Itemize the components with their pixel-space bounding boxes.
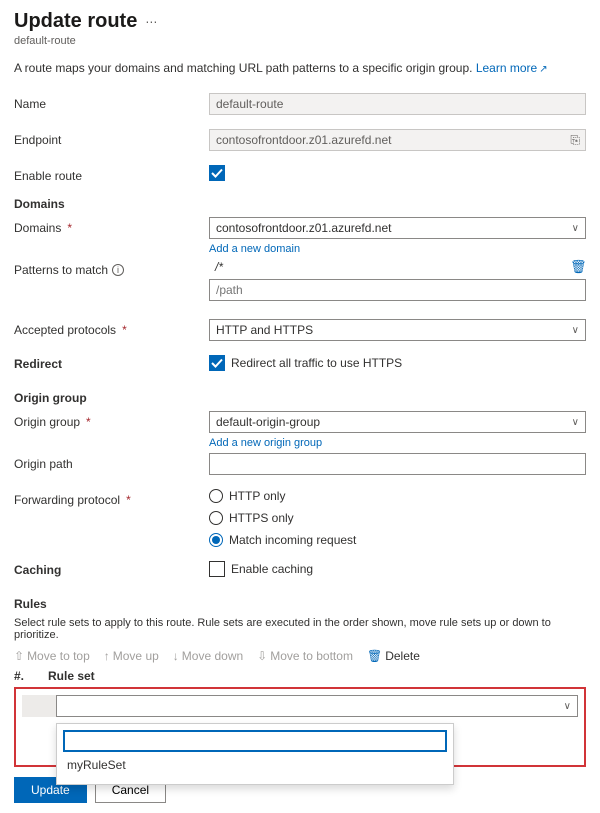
ruleset-option-myruleset[interactable]: myRuleSet [63, 752, 447, 778]
domains-label: Domains* [14, 217, 209, 235]
radio-icon [209, 533, 223, 547]
fwd-https-only-label: HTTPS only [229, 511, 294, 525]
accepted-protocols-select[interactable]: HTTP and HTTPS ∨ [209, 319, 586, 341]
copy-icon[interactable]: ⎘ [570, 133, 580, 148]
move-up-button[interactable]: ↑Move up [104, 649, 159, 663]
origin-path-input[interactable] [209, 453, 586, 475]
origin-group-value: default-origin-group [216, 415, 320, 429]
ruleset-search-input[interactable] [63, 730, 447, 752]
add-domain-link[interactable]: Add a new domain [209, 243, 300, 255]
radio-icon [209, 489, 223, 503]
move-to-top-button[interactable]: ⇧Move to top [14, 649, 90, 663]
endpoint-input [209, 129, 586, 151]
fwd-http-only-label: HTTP only [229, 489, 285, 503]
origin-group-select[interactable]: default-origin-group ∨ [209, 411, 586, 433]
accepted-protocols-label: Accepted protocols* [14, 319, 209, 337]
chevron-down-icon: ∨ [572, 223, 579, 234]
domains-section-header: Domains [14, 197, 586, 211]
col-number-header: #. [14, 669, 48, 683]
rules-description: Select rule sets to apply to this route.… [14, 617, 586, 641]
caching-section-header: Caching [14, 563, 209, 577]
origin-section-header: Origin group [14, 391, 586, 405]
radio-icon [209, 511, 223, 525]
external-link-icon: ↗ [539, 64, 547, 75]
redirect-section-header: Redirect [14, 357, 209, 371]
accepted-protocols-value: HTTP and HTTPS [216, 323, 313, 337]
ruleset-area: ∨ myRuleSet [14, 687, 586, 767]
pattern-static: /* [209, 260, 566, 274]
more-icon[interactable]: ⋯ [145, 15, 158, 29]
page-title: Update route [14, 10, 137, 33]
arrow-up-icon: ↑ [104, 649, 110, 663]
endpoint-label: Endpoint [14, 129, 209, 147]
add-origin-group-link[interactable]: Add a new origin group [209, 437, 322, 449]
pattern-input[interactable] [209, 279, 586, 301]
ruleset-dropdown-panel: myRuleSet [56, 723, 454, 785]
fwd-match-label: Match incoming request [229, 533, 356, 547]
description-text: A route maps your domains and matching U… [14, 61, 472, 75]
learn-more-link[interactable]: Learn more [476, 61, 537, 75]
fwd-match-radio[interactable]: Match incoming request [209, 533, 586, 547]
trash-icon: 🗑 [367, 649, 382, 663]
delete-pattern-icon[interactable]: 🗑 [570, 259, 586, 275]
arrow-top-icon: ⇧ [14, 649, 24, 663]
arrow-bottom-icon: ⇩ [257, 649, 267, 663]
info-icon[interactable]: i [112, 264, 124, 276]
enable-route-checkbox[interactable] [209, 165, 225, 181]
chevron-down-icon: ∨ [572, 417, 579, 428]
arrow-down-icon: ↓ [173, 649, 179, 663]
page-description: A route maps your domains and matching U… [14, 61, 586, 75]
ruleset-row-handle[interactable] [22, 695, 56, 717]
fwd-http-only-radio[interactable]: HTTP only [209, 489, 586, 503]
name-label: Name [14, 93, 209, 111]
chevron-down-icon: ∨ [564, 701, 571, 712]
rules-section-header: Rules [14, 597, 586, 611]
rules-toolbar: ⇧Move to top ↑Move up ↓Move down ⇩Move t… [14, 649, 586, 663]
enable-route-label: Enable route [14, 165, 209, 183]
col-ruleset-header: Rule set [48, 669, 95, 683]
move-to-bottom-button[interactable]: ⇩Move to bottom [257, 649, 353, 663]
page-subtitle: default-route [14, 35, 586, 47]
enable-caching-checkbox[interactable] [209, 561, 225, 577]
redirect-https-label: Redirect all traffic to use HTTPS [231, 356, 402, 370]
patterns-label: Patterns to match i [14, 259, 209, 277]
delete-rule-button[interactable]: 🗑Delete [367, 649, 420, 663]
domains-select-value: contosofrontdoor.z01.azurefd.net [216, 221, 391, 235]
enable-caching-label: Enable caching [231, 562, 313, 576]
name-input [209, 93, 586, 115]
domains-select[interactable]: contosofrontdoor.z01.azurefd.net ∨ [209, 217, 586, 239]
origin-path-label: Origin path [14, 453, 209, 471]
origin-group-label: Origin group* [14, 411, 209, 429]
forwarding-protocol-label: Forwarding protocol* [14, 489, 209, 507]
chevron-down-icon: ∨ [572, 325, 579, 336]
fwd-https-only-radio[interactable]: HTTPS only [209, 511, 586, 525]
ruleset-select[interactable]: ∨ [56, 695, 578, 717]
redirect-https-checkbox[interactable] [209, 355, 225, 371]
move-down-button[interactable]: ↓Move down [173, 649, 243, 663]
